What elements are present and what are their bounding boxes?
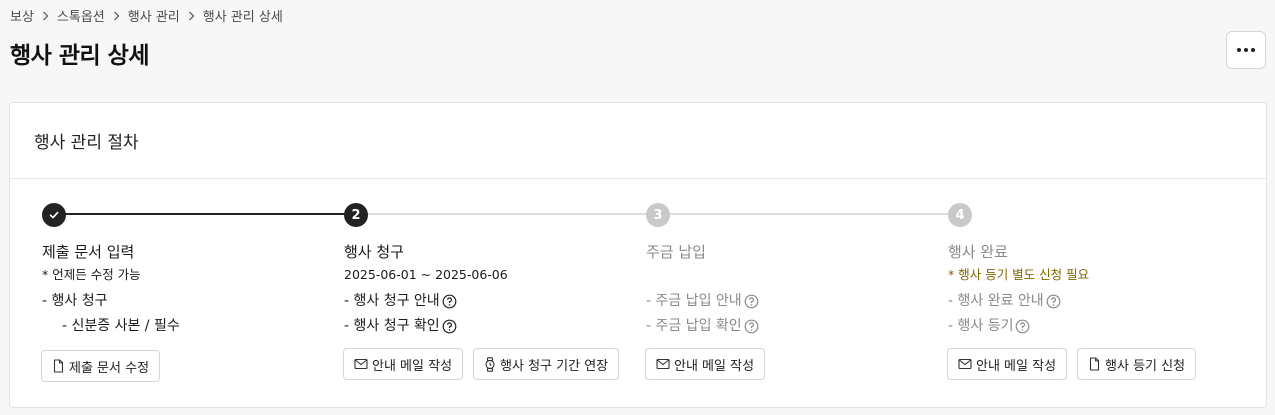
document-icon xyxy=(1089,357,1100,371)
step-item-label: - 행사 등기 xyxy=(948,318,1014,334)
step-3-actions: 안내 메일 작성 xyxy=(645,348,766,380)
step-warning-note: * 행사 등기 별도 신청 필요 xyxy=(948,267,1090,282)
help-icon[interactable] xyxy=(442,294,457,309)
step-item: - 행사 완료 안내 xyxy=(948,289,1228,314)
step-item-label: - 행사 청구 확인 xyxy=(344,318,440,334)
chevron-right-icon xyxy=(113,11,120,21)
watch-icon xyxy=(485,356,495,372)
help-icon[interactable] xyxy=(1046,294,1061,309)
step-3-marker: 3 xyxy=(646,203,670,227)
mail-icon xyxy=(958,358,972,370)
write-guide-mail-button[interactable]: 안내 메일 작성 xyxy=(645,348,766,380)
step-item: - 주금 납입 확인 xyxy=(646,314,926,339)
help-icon[interactable] xyxy=(744,294,759,309)
button-label: 안내 메일 작성 xyxy=(674,358,755,374)
procedure-card: 행사 관리 절차 2 3 4 제출 문서 입력 * 언제든 수정 가능 - 행사… xyxy=(9,102,1267,408)
step-title: 행사 완료 xyxy=(948,243,1008,261)
step-title: 주금 납입 xyxy=(646,243,706,261)
breadcrumb-item-exercise-management[interactable]: 행사 관리 xyxy=(128,6,180,25)
help-icon[interactable] xyxy=(1015,319,1030,334)
help-icon[interactable] xyxy=(744,319,759,334)
breadcrumb-item-stock-option[interactable]: 스톡옵션 xyxy=(57,6,105,25)
step-2-actions: 안내 메일 작성 행사 청구 기간 연장 xyxy=(343,348,620,380)
page-title: 행사 관리 상세 xyxy=(10,43,149,69)
step-period: 2025-06-01 ~ 2025-06-06 xyxy=(344,267,508,282)
button-label: 제출 문서 수정 xyxy=(69,360,150,376)
step-4: 행사 완료 * 행사 등기 별도 신청 필요 - 행사 완료 안내 - 행사 등… xyxy=(948,241,1228,339)
button-label: 안내 메일 작성 xyxy=(372,358,453,374)
step-title: 행사 청구 xyxy=(344,243,404,261)
step-item: - 행사 등기 xyxy=(948,314,1228,339)
step-item-label: - 행사 청구 안내 xyxy=(344,293,440,309)
apply-exercise-registration-button[interactable]: 행사 등기 신청 xyxy=(1077,348,1197,380)
step-1-actions: 제출 문서 수정 xyxy=(41,350,161,382)
step-note: * 언제든 수정 가능 xyxy=(42,267,141,282)
breadcrumb-item-current: 행사 관리 상세 xyxy=(202,10,283,25)
step-sub-item: - 신분증 사본 / 필수 xyxy=(42,314,322,339)
step-1-check-icon xyxy=(42,203,66,227)
step-item-label: - 행사 완료 안내 xyxy=(948,293,1044,309)
step-connector-1-2 xyxy=(54,213,356,215)
step-title: 제출 문서 입력 xyxy=(42,243,135,261)
document-icon xyxy=(53,359,64,373)
button-label: 안내 메일 작성 xyxy=(976,358,1057,374)
step-4-actions: 안내 메일 작성 행사 등기 신청 xyxy=(947,348,1197,380)
button-label: 행사 청구 기간 연장 xyxy=(500,358,609,374)
step-item-label: - 주금 납입 안내 xyxy=(646,293,742,309)
step-connector-2-3 xyxy=(368,213,658,215)
step-item: - 주금 납입 안내 xyxy=(646,289,926,314)
extend-claim-period-button[interactable]: 행사 청구 기간 연장 xyxy=(473,348,620,380)
step-4-marker: 4 xyxy=(948,203,972,227)
step-2: 행사 청구 2025-06-01 ~ 2025-06-06 - 행사 청구 안내… xyxy=(344,241,624,339)
step-item-label: - 신분증 사본 / 필수 xyxy=(62,318,180,334)
step-item-label: - 행사 청구 xyxy=(42,293,108,309)
step-1: 제출 문서 입력 * 언제든 수정 가능 - 행사 청구 - 신분증 사본 / … xyxy=(42,241,322,339)
step-item-label: - 주금 납입 확인 xyxy=(646,318,742,334)
breadcrumb: 보상 스톡옵션 행사 관리 행사 관리 상세 xyxy=(10,6,283,25)
step-item: - 행사 청구 xyxy=(42,289,322,314)
step-connector-3-4 xyxy=(670,213,960,215)
edit-submission-documents-button[interactable]: 제출 문서 수정 xyxy=(41,350,161,382)
step-note xyxy=(646,266,926,284)
step-item: - 행사 청구 확인 xyxy=(344,314,624,339)
chevron-right-icon xyxy=(188,11,195,21)
button-label: 행사 등기 신청 xyxy=(1105,358,1186,374)
mail-icon xyxy=(656,358,670,370)
more-horizontal-icon xyxy=(1237,48,1255,52)
chevron-right-icon xyxy=(42,11,49,21)
step-3: 주금 납입 - 주금 납입 안내 - 주금 납입 확인 xyxy=(646,241,926,339)
step-item: - 행사 청구 안내 xyxy=(344,289,624,314)
write-guide-mail-button[interactable]: 안내 메일 작성 xyxy=(343,348,464,380)
card-title: 행사 관리 절차 xyxy=(10,103,1266,179)
step-2-marker: 2 xyxy=(344,203,368,227)
mail-icon xyxy=(354,358,368,370)
more-options-button[interactable] xyxy=(1226,31,1266,69)
write-guide-mail-button[interactable]: 안내 메일 작성 xyxy=(947,348,1068,380)
help-icon[interactable] xyxy=(442,319,457,334)
breadcrumb-item-compensation[interactable]: 보상 xyxy=(10,6,34,25)
